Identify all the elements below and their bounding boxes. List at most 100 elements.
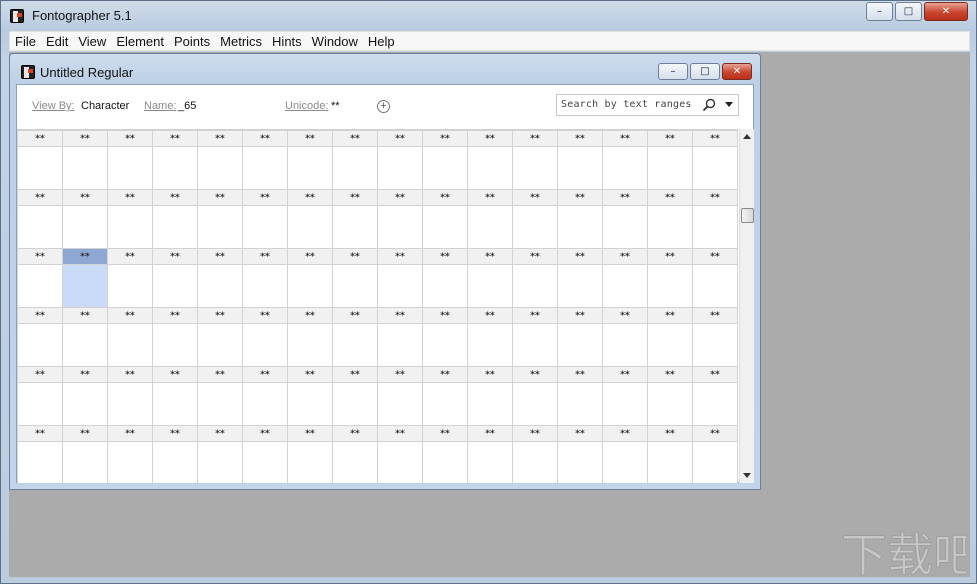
glyph-label[interactable]: ** — [287, 189, 333, 206]
glyph-label[interactable]: ** — [647, 130, 693, 147]
app-close-button[interactable]: ✕ — [924, 2, 968, 21]
glyph-cell[interactable] — [152, 205, 198, 249]
glyph-cell[interactable] — [62, 382, 108, 426]
glyph-cell[interactable] — [467, 205, 513, 249]
glyph-cell[interactable] — [332, 382, 378, 426]
glyph-cell[interactable] — [152, 323, 198, 367]
glyph-cell[interactable] — [602, 205, 648, 249]
menu-metrics[interactable]: Metrics — [215, 34, 267, 49]
view-by-value[interactable]: Character — [81, 100, 129, 112]
glyph-label[interactable]: ** — [602, 130, 648, 147]
glyph-cell[interactable] — [107, 382, 153, 426]
glyph-label[interactable]: ** — [467, 189, 513, 206]
glyph-label[interactable]: ** — [692, 425, 738, 442]
glyph-label[interactable]: ** — [17, 189, 63, 206]
glyph-label[interactable]: ** — [467, 248, 513, 265]
glyph-label[interactable]: ** — [17, 248, 63, 265]
menu-element[interactable]: Element — [111, 34, 169, 49]
glyph-label[interactable]: ** — [62, 307, 108, 324]
glyph-label[interactable]: ** — [512, 307, 558, 324]
glyph-cell[interactable] — [152, 264, 198, 308]
glyph-cell[interactable] — [512, 146, 558, 190]
glyph-label[interactable]: ** — [647, 366, 693, 383]
glyph-cell[interactable] — [107, 146, 153, 190]
glyph-label[interactable]: ** — [512, 130, 558, 147]
glyph-cell[interactable] — [197, 323, 243, 367]
glyph-cell[interactable] — [647, 205, 693, 249]
glyph-label[interactable]: ** — [647, 248, 693, 265]
glyph-cell[interactable] — [332, 146, 378, 190]
glyph-cell[interactable] — [692, 146, 738, 190]
glyph-cell[interactable] — [512, 382, 558, 426]
glyph-label[interactable]: ** — [377, 307, 423, 324]
glyph-label[interactable]: ** — [17, 130, 63, 147]
glyph-cell[interactable] — [647, 264, 693, 308]
glyph-label[interactable]: ** — [17, 425, 63, 442]
glyph-cell[interactable] — [602, 323, 648, 367]
glyph-label[interactable]: ** — [557, 248, 603, 265]
glyph-cell[interactable] — [107, 264, 153, 308]
glyph-label[interactable]: ** — [242, 425, 288, 442]
glyph-label[interactable]: ** — [422, 425, 468, 442]
glyph-cell[interactable] — [602, 382, 648, 426]
glyph-label[interactable]: ** — [17, 366, 63, 383]
glyph-label[interactable]: ** — [152, 189, 198, 206]
glyph-label[interactable]: ** — [557, 366, 603, 383]
glyph-cell[interactable] — [377, 323, 423, 367]
glyph-cell[interactable] — [197, 382, 243, 426]
glyph-label[interactable]: ** — [512, 425, 558, 442]
glyph-label[interactable]: ** — [197, 248, 243, 265]
glyph-cell[interactable] — [152, 382, 198, 426]
glyph-cell[interactable] — [602, 441, 648, 483]
glyph-cell[interactable] — [557, 205, 603, 249]
glyph-cell[interactable] — [692, 323, 738, 367]
name-label[interactable]: Name: — [144, 100, 176, 112]
glyph-label[interactable]: ** — [557, 189, 603, 206]
glyph-cell[interactable] — [242, 382, 288, 426]
glyph-cell[interactable] — [242, 264, 288, 308]
scroll-thumb[interactable] — [741, 208, 754, 223]
glyph-label[interactable]: ** — [197, 130, 243, 147]
glyph-label[interactable]: ** — [242, 366, 288, 383]
glyph-label[interactable]: ** — [62, 425, 108, 442]
glyph-label[interactable]: ** — [332, 189, 378, 206]
glyph-cell[interactable] — [377, 441, 423, 483]
glyph-cell[interactable] — [197, 264, 243, 308]
glyph-cell[interactable] — [107, 323, 153, 367]
glyph-label[interactable]: ** — [332, 248, 378, 265]
glyph-cell[interactable] — [377, 205, 423, 249]
glyph-cell[interactable] — [467, 441, 513, 483]
menu-window[interactable]: Window — [307, 34, 363, 49]
app-titlebar[interactable]: Fontographer 5.1 – □ ✕ — [1, 1, 976, 31]
glyph-label[interactable]: ** — [332, 366, 378, 383]
glyph-label[interactable]: ** — [152, 248, 198, 265]
search-input[interactable]: Search by text ranges — [556, 94, 739, 116]
glyph-cell[interactable] — [422, 146, 468, 190]
glyph-cell-selected[interactable] — [62, 264, 108, 308]
glyph-cell[interactable] — [242, 146, 288, 190]
glyph-cell[interactable] — [512, 264, 558, 308]
unicode-label[interactable]: Unicode: — [285, 100, 328, 112]
glyph-label[interactable]: ** — [62, 248, 108, 265]
glyph-cell[interactable] — [467, 382, 513, 426]
menu-file[interactable]: File — [10, 34, 41, 49]
glyph-label[interactable]: ** — [62, 366, 108, 383]
glyph-label[interactable]: ** — [242, 307, 288, 324]
glyph-cell[interactable] — [377, 146, 423, 190]
glyph-label[interactable]: ** — [557, 130, 603, 147]
menu-hints[interactable]: Hints — [267, 34, 307, 49]
glyph-cell[interactable] — [512, 205, 558, 249]
glyph-label[interactable]: ** — [422, 189, 468, 206]
glyph-cell[interactable] — [647, 323, 693, 367]
glyph-label[interactable]: ** — [602, 425, 648, 442]
glyph-cell[interactable] — [467, 264, 513, 308]
glyph-label[interactable]: ** — [692, 189, 738, 206]
glyph-cell[interactable] — [62, 323, 108, 367]
glyph-label[interactable]: ** — [152, 130, 198, 147]
glyph-cell[interactable] — [512, 441, 558, 483]
glyph-cell[interactable] — [602, 264, 648, 308]
glyph-cell[interactable] — [62, 441, 108, 483]
glyph-label[interactable]: ** — [197, 425, 243, 442]
glyph-cell[interactable] — [557, 382, 603, 426]
search-dropdown-icon[interactable] — [725, 102, 733, 107]
